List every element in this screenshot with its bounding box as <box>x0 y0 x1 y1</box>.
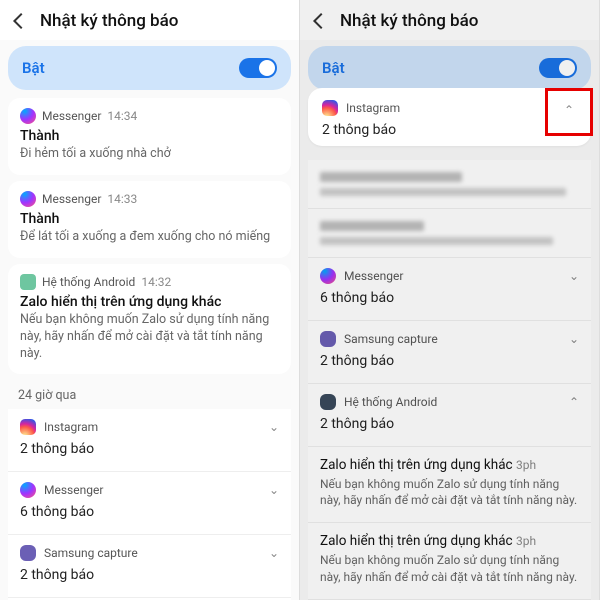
android-detail-row[interactable]: Zalo hiển thị trên ứng dụng khác 3ph Nếu… <box>308 523 591 599</box>
notif-title: Zalo hiển thị trên ứng dụng khác <box>20 294 279 310</box>
screen-left: Nhật ký thông báo Bật Messenger 14:34 Th… <box>0 0 300 600</box>
summary-row-samsung[interactable]: Samsung capture ⌄ 2 thông báo <box>8 535 291 598</box>
detail-body: Nếu bạn không muốn Zalo sử dụng tính năn… <box>320 476 579 508</box>
android-icon <box>20 274 36 290</box>
summary-count: 2 thông báo <box>320 353 579 369</box>
detail-time: 3ph <box>516 458 536 472</box>
messenger-icon <box>20 191 36 207</box>
master-toggle-switch[interactable] <box>539 58 577 78</box>
summary-row-samsung[interactable]: Samsung capture ⌄ 2 thông báo <box>308 321 591 384</box>
detail-body: Nếu bạn không muốn Zalo sử dụng tính năn… <box>320 552 579 584</box>
content-area: Messenger 14:34 Thành Đi hẻm tối a xuống… <box>0 98 299 600</box>
master-toggle-switch[interactable] <box>239 58 277 78</box>
notif-time: 14:32 <box>141 275 171 289</box>
master-toggle-row[interactable]: Bật <box>8 46 291 90</box>
chevron-down-icon: ⌄ <box>269 420 279 434</box>
highlight-collapse-chevron[interactable]: ⌃ <box>545 88 593 136</box>
chevron-up-icon: ⌃ <box>569 395 579 409</box>
notif-app-name: Messenger <box>42 109 101 123</box>
summary-app-name: Samsung capture <box>44 546 138 560</box>
summary-app-name: Samsung capture <box>344 332 438 346</box>
summary-count: 2 thông báo <box>20 441 279 457</box>
samsung-capture-icon <box>320 331 336 347</box>
summary-app-name: Messenger <box>44 483 103 497</box>
summary-app-name: Hệ thống Android <box>344 395 437 409</box>
summary-count: 6 thông báo <box>320 290 579 306</box>
summary-row-messenger[interactable]: Messenger ⌄ 6 thông báo <box>8 472 291 535</box>
chevron-down-icon: ⌄ <box>269 546 279 560</box>
notif-body: Nếu bạn không muốn Zalo sử dụng tính năn… <box>20 312 279 363</box>
notif-app-name: Hệ thống Android <box>42 275 135 289</box>
content-area: Messenger ⌄ 6 thông báo Samsung capture … <box>300 160 599 600</box>
messenger-icon <box>320 268 336 284</box>
detail-time: 3ph <box>516 534 536 548</box>
summary-app-name: Instagram <box>44 420 98 434</box>
notif-title: Thành <box>20 211 279 227</box>
notif-time: 14:33 <box>107 192 137 206</box>
summary-row-instagram[interactable]: Instagram ⌄ 2 thông báo <box>8 409 291 472</box>
master-toggle-label: Bật <box>322 59 345 77</box>
samsung-capture-icon <box>20 545 36 561</box>
detail-title: Zalo hiển thị trên ứng dụng khác 3ph <box>320 457 579 473</box>
blurred-notification-1[interactable] <box>308 160 591 209</box>
chevron-up-icon: ⌃ <box>564 103 574 117</box>
messenger-icon <box>20 482 36 498</box>
screen-right: Nhật ký thông báo Bật Instagram 2 thông … <box>300 0 600 600</box>
back-icon[interactable] <box>308 10 330 32</box>
detail-title: Zalo hiển thị trên ứng dụng khác 3ph <box>320 533 579 549</box>
instagram-icon <box>20 419 36 435</box>
summary-app-name: Messenger <box>344 269 403 283</box>
gear-icon <box>320 394 336 410</box>
android-detail-row[interactable]: Zalo hiển thị trên ứng dụng khác 3ph Nếu… <box>308 447 591 523</box>
chevron-down-icon: ⌄ <box>569 332 579 346</box>
header: Nhật ký thông báo <box>300 0 599 40</box>
instagram-icon <box>322 100 338 116</box>
summary-app-name: Instagram <box>346 101 400 115</box>
chevron-down-icon: ⌄ <box>569 269 579 283</box>
notif-title: Thành <box>20 128 279 144</box>
messenger-icon <box>20 108 36 124</box>
page-title: Nhật ký thông báo <box>340 11 478 31</box>
summary-count: 2 thông báo <box>20 567 279 583</box>
notif-app-name: Messenger <box>42 192 101 206</box>
summary-count: 2 thông báo <box>320 416 579 432</box>
notif-body: Đi hẻm tối a xuống nhà chở <box>20 146 279 163</box>
section-24h-label: 24 giờ qua <box>0 380 299 409</box>
notification-card[interactable]: Messenger 14:34 Thành Đi hẻm tối a xuống… <box>8 98 291 175</box>
summary-row-android[interactable]: Hệ thống Android ⌃ 2 thông báo <box>308 384 591 447</box>
notification-card[interactable]: Messenger 14:33 Thành Để lát tối a xuống… <box>8 181 291 258</box>
notif-time: 14:34 <box>107 109 137 123</box>
master-toggle-row[interactable]: Bật <box>308 46 591 90</box>
page-title: Nhật ký thông báo <box>40 11 178 31</box>
blurred-notification-2[interactable] <box>308 209 591 258</box>
summary-count: 2 thông báo <box>322 122 577 138</box>
chevron-down-icon: ⌄ <box>269 483 279 497</box>
master-toggle-label: Bật <box>22 59 45 77</box>
back-icon[interactable] <box>8 10 30 32</box>
header: Nhật ký thông báo <box>0 0 299 40</box>
summary-count: 6 thông báo <box>20 504 279 520</box>
notification-card[interactable]: Hệ thống Android 14:32 Zalo hiển thị trê… <box>8 264 291 375</box>
notif-body: Để lát tối a xuống a đem xuống cho nó mi… <box>20 229 279 246</box>
summary-row-messenger[interactable]: Messenger ⌄ 6 thông báo <box>308 258 591 321</box>
